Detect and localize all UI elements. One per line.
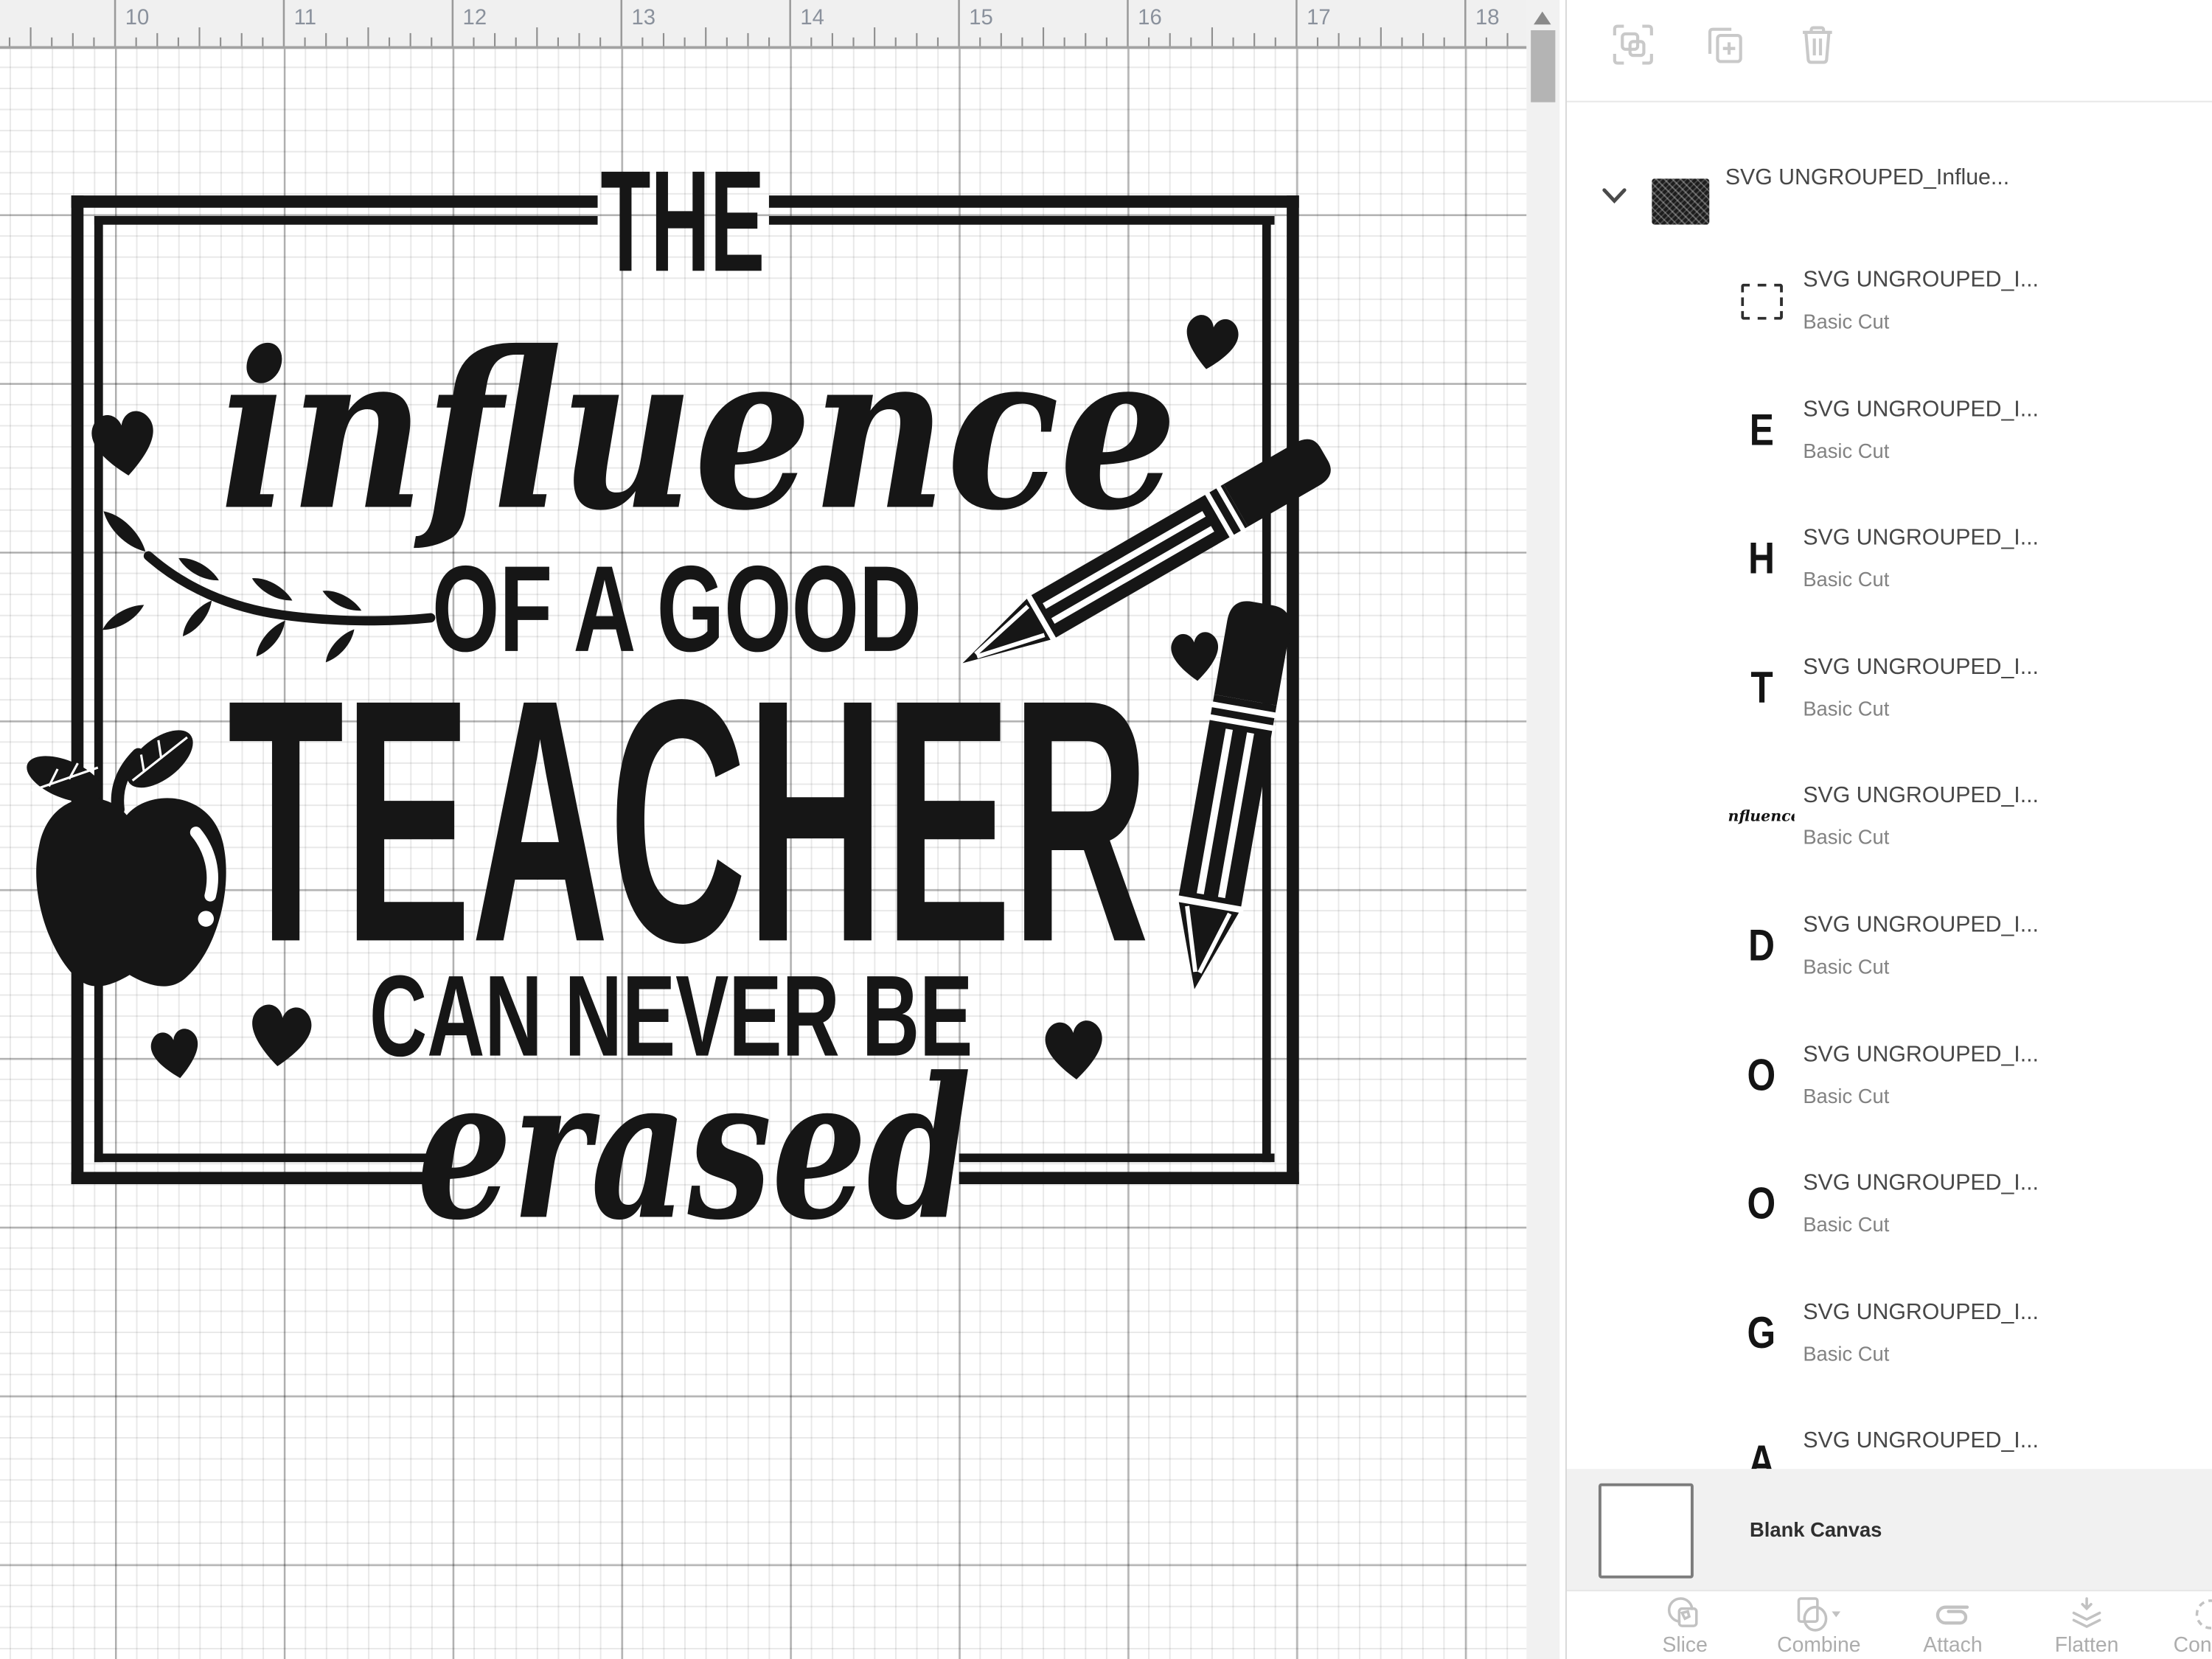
layer-title: SVG UNGROUPED_I... [1803, 655, 2039, 680]
layer-thumbnail: influence [1728, 784, 1795, 850]
layer-thumbnail: G [1728, 1300, 1795, 1366]
duplicate-icon[interactable] [1703, 21, 1749, 68]
layer-thumbnail: O [1728, 1171, 1795, 1237]
layer-title: SVG UNGROUPED_I... [1803, 1300, 2039, 1325]
letter-thumb: O [1747, 1049, 1775, 1100]
layer-cut-type: Basic Cut [1803, 567, 1890, 591]
layer-title: SVG UNGROUPED_Influe... [1725, 165, 2010, 190]
layer-row-8[interactable]: O SVG UNGROUPED_I... Basic Cut [1567, 1133, 2212, 1263]
letter-thumb: O [1747, 1178, 1775, 1229]
layer-cut-type: Basic Cut [1803, 309, 1890, 333]
layer-row-5[interactable]: influence SVG UNGROUPED_I... Basic Cut [1567, 746, 2212, 876]
layer-thumbnail: O [1728, 1042, 1795, 1108]
layer-row-9[interactable]: G SVG UNGROUPED_I... Basic Cut [1567, 1262, 2212, 1392]
design-artwork[interactable]: THE influence OF A GOOD TEACHER CAN NEVE… [0, 0, 1526, 1659]
layer-row-1[interactable]: SVG UNGROUPED_I... Basic Cut [1567, 231, 2212, 361]
layer-cut-type: Basic Cut [1803, 1083, 1890, 1107]
trash-icon[interactable] [1795, 21, 1841, 68]
slice-icon [1667, 1597, 1698, 1627]
word-the: THE [600, 141, 765, 302]
word-influence: influence [220, 305, 1178, 559]
combine-icon [1797, 1597, 1841, 1632]
layers-bottom-toolbar: Slice Combine Attach Flatten Con [1567, 1590, 2212, 1659]
layer-row-2[interactable]: E SVG UNGROUPED_I... Basic Cut [1567, 359, 2212, 489]
layer-thumbnail: T [1728, 655, 1795, 721]
layer-title: SVG UNGROUPED_I... [1803, 397, 2039, 422]
layer-title: SVG UNGROUPED_I... [1803, 526, 2039, 551]
flatten-label: Flatten [2054, 1634, 2119, 1658]
layers-panel-header [1567, 0, 2212, 102]
attach-icon [1935, 1605, 1969, 1625]
layer-thumbnail [1728, 268, 1795, 334]
layer-cut-type: Basic Cut [1803, 696, 1890, 720]
slice-label: Slice [1662, 1634, 1708, 1658]
attach-button[interactable]: Attach [1907, 1596, 1999, 1659]
layer-thumbnail: E [1728, 397, 1795, 463]
attach-label: Attach [1923, 1634, 1983, 1658]
contour-label: Contour [2173, 1634, 2212, 1658]
slice-button[interactable]: Slice [1639, 1596, 1731, 1659]
apple-icon [27, 730, 226, 987]
layer-thumbnail: A [1728, 1429, 1795, 1469]
letter-thumb: T [1750, 662, 1773, 713]
letter-thumb: H [1747, 533, 1775, 584]
layer-cut-type: Basic Cut [1803, 954, 1890, 978]
layer-thumbnail: H [1728, 526, 1795, 592]
layer-title: SVG UNGROUPED_I... [1803, 1042, 2039, 1067]
layer-row-4[interactable]: T SVG UNGROUPED_I... Basic Cut [1567, 617, 2212, 747]
layer-title: SVG UNGROUPED_I... [1803, 1429, 2039, 1454]
layer-row-7[interactable]: O SVG UNGROUPED_I... Basic Cut [1567, 1004, 2212, 1134]
letter-thumb: D [1747, 920, 1775, 971]
layers-list: SVG UNGROUPED_Influe... SVG UNGROUPED_I.… [1567, 102, 2212, 1469]
app-stage: 10 11 12 13 14 15 16 17 18 THE influence… [0, 0, 2212, 1659]
layer-title: SVG UNGROUPED_I... [1803, 268, 2039, 293]
layer-cut-type: Basic Cut [1803, 438, 1890, 462]
layers-panel: SVG UNGROUPED_Influe... SVG UNGROUPED_I.… [1567, 0, 2212, 1659]
canvas-scrollbar[interactable] [1526, 0, 1560, 1659]
layer-title: SVG UNGROUPED_I... [1803, 784, 2039, 809]
contour-button[interactable]: Contour [2165, 1596, 2212, 1659]
layer-row-10[interactable]: A SVG UNGROUPED_I... Basic Cut [1567, 1391, 2212, 1469]
contour-icon [2195, 1599, 2212, 1630]
layer-thumbnail [1652, 178, 1710, 225]
select-similar-icon[interactable] [1610, 21, 1657, 68]
blank-canvas-thumbnail [1598, 1483, 1694, 1579]
layer-title: SVG UNGROUPED_I... [1803, 913, 2039, 938]
flatten-icon [2072, 1597, 2101, 1629]
layer-row-6[interactable]: D SVG UNGROUPED_I... Basic Cut [1567, 876, 2212, 1006]
teacher-quote-design: THE influence OF A GOOD TEACHER CAN NEVE… [27, 141, 1331, 1263]
combine-label: Combine [1777, 1634, 1861, 1658]
scrollbar-up-arrow-icon[interactable] [1534, 11, 1551, 25]
layer-cut-type: Basic Cut [1803, 825, 1890, 849]
letter-thumb: E [1749, 404, 1774, 455]
layer-row-root[interactable]: SVG UNGROUPED_Influe... [1567, 139, 2212, 232]
layer-cut-type: Basic Cut [1803, 1341, 1890, 1366]
chevron-down-icon[interactable] [1601, 187, 1627, 204]
blank-canvas-label: Blank Canvas [1750, 1517, 1882, 1541]
flatten-button[interactable]: Flatten [2041, 1596, 2133, 1659]
combine-button[interactable]: Combine [1773, 1596, 1865, 1659]
script-word-thumb: influence [1728, 808, 1795, 826]
letter-thumb: A [1747, 1436, 1775, 1470]
layer-thumbnail: D [1728, 913, 1795, 979]
layer-row-3[interactable]: H SVG UNGROUPED_I... Basic Cut [1567, 488, 2212, 618]
letter-thumb: G [1747, 1307, 1775, 1358]
layer-title: SVG UNGROUPED_I... [1803, 1171, 2039, 1196]
blank-canvas-row[interactable]: Blank Canvas [1567, 1469, 2212, 1590]
layer-cut-type: Basic Cut [1803, 1212, 1890, 1237]
word-erased: erased [417, 1034, 971, 1263]
scrollbar-thumb[interactable] [1531, 30, 1556, 102]
frame-shape-thumb [1740, 282, 1782, 319]
